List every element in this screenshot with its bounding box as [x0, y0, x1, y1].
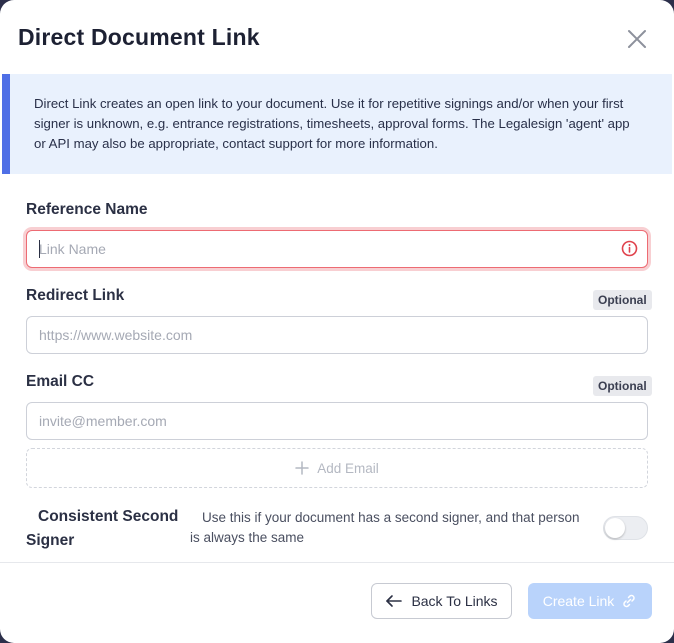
plus-icon — [295, 461, 309, 475]
modal-title: Direct Document Link — [18, 24, 260, 50]
close-icon — [628, 30, 646, 48]
email-cc-label: Email CC — [26, 373, 95, 390]
consistent-second-signer-description-line2: is always the same — [190, 530, 305, 545]
optional-badge: Optional — [593, 376, 652, 396]
optional-badge: Optional — [593, 290, 652, 310]
text-caret — [39, 240, 40, 258]
info-banner-text: Direct Link creates an open link to your… — [34, 96, 630, 151]
consistent-second-signer-description: Use this if your document has a second s… — [190, 508, 602, 548]
footer-divider — [0, 562, 674, 563]
modal-header: Direct Document Link — [0, 0, 674, 74]
email-cc-input[interactable] — [26, 402, 648, 440]
reference-name-input[interactable] — [26, 230, 648, 268]
reference-name-label: Reference Name — [26, 201, 148, 218]
arrow-left-icon — [386, 595, 403, 607]
consistent-second-signer-description-line1: Use this if your document has a second s… — [202, 510, 580, 525]
create-link-button[interactable]: Create Link — [528, 583, 652, 619]
consistent-second-signer-label-line2: Signer — [26, 532, 75, 549]
direct-link-modal: Direct Document Link Direct Link creates… — [0, 0, 674, 643]
create-link-label: Create Link — [542, 593, 615, 609]
info-error-icon — [621, 240, 638, 257]
redirect-link-input[interactable] — [26, 316, 648, 354]
consistent-second-signer-toggle[interactable] — [603, 516, 648, 540]
back-to-links-button[interactable]: Back To Links — [371, 583, 512, 619]
add-email-button[interactable]: Add Email — [26, 448, 648, 488]
redirect-link-label: Redirect Link — [26, 287, 125, 304]
consistent-second-signer-label-line1: Consistent Second — [38, 508, 179, 525]
link-icon — [623, 594, 636, 608]
toggle-knob — [605, 518, 625, 538]
close-button[interactable] — [624, 26, 650, 52]
add-email-label: Add Email — [317, 460, 379, 476]
info-banner: Direct Link creates an open link to your… — [2, 74, 672, 174]
back-to-links-label: Back To Links — [411, 593, 498, 609]
consistent-second-signer-label: Consistent Second Signer — [26, 505, 186, 553]
